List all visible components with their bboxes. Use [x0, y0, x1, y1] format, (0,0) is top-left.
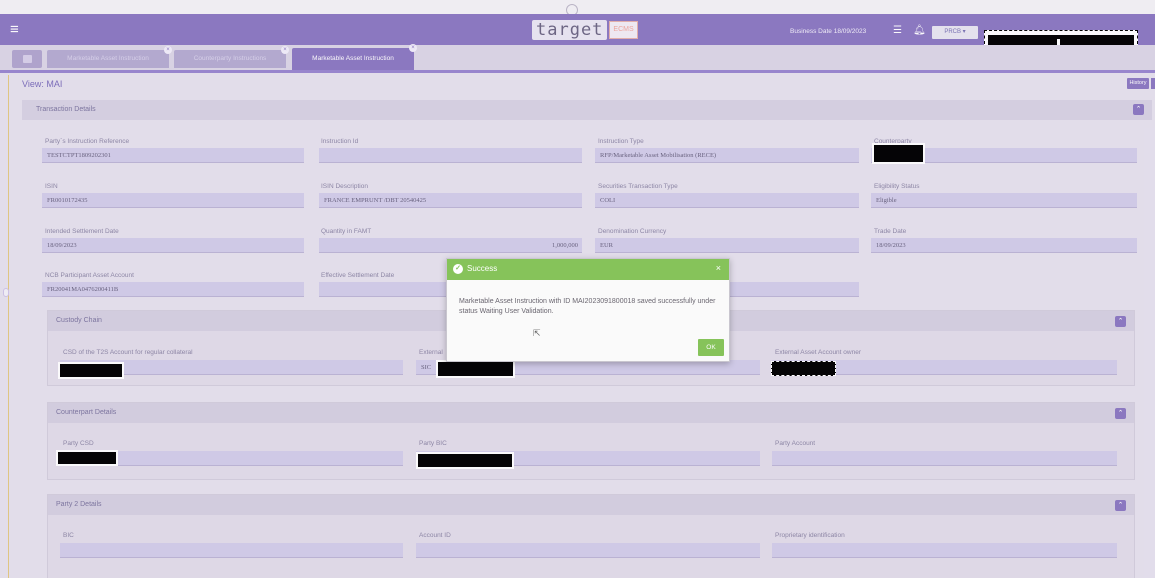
- tab-label: Marketable Asset Instruction: [312, 55, 394, 62]
- page-title: View: MAI: [22, 79, 63, 89]
- dialog-header: ✓ Success ×: [447, 259, 729, 280]
- check-circle-icon: ✓: [453, 264, 463, 274]
- bic-label: BIC: [63, 532, 74, 539]
- collapse-icon[interactable]: ⌃: [1115, 316, 1126, 327]
- external-label: External: [419, 349, 443, 356]
- home-icon: [22, 55, 32, 63]
- business-date: Business Date 18/09/2023: [790, 28, 867, 35]
- party-ref-field[interactable]: TESTCTPT1809202301: [42, 148, 304, 163]
- ok-button[interactable]: OK: [698, 339, 724, 356]
- proprietary-id-label: Proprietary identification: [775, 532, 845, 539]
- instruction-type-field[interactable]: RFP/Marketable Asset Mobilisation (RECE): [595, 148, 859, 163]
- trade-date-label: Trade Date: [874, 228, 907, 235]
- hamburger-icon[interactable]: ≡: [10, 22, 19, 37]
- app-logo: target ECMS: [532, 20, 638, 40]
- isin-description-field[interactable]: FRANCE EMPRUNT /DBT 20540425: [319, 193, 582, 208]
- party-account-field[interactable]: [772, 451, 1117, 466]
- side-handle[interactable]: [3, 288, 9, 297]
- trade-date-field[interactable]: 18/09/2023: [871, 238, 1137, 253]
- section-title: Custody Chain: [56, 317, 102, 324]
- transaction-details-header[interactable]: Transaction Details ⌃: [22, 100, 1152, 120]
- bic-field[interactable]: [60, 543, 403, 558]
- instruction-type-label: Instruction Type: [598, 138, 644, 145]
- party-csd-label: Party CSD: [63, 440, 94, 447]
- party-ref-label: Party`s Instruction Reference: [45, 138, 130, 145]
- intended-settlement-date-label: Intended Settlement Date: [45, 228, 119, 235]
- left-edge-line: [8, 75, 9, 578]
- account-id-label: Account ID: [419, 532, 451, 539]
- quantity-label: Quantity in FAMT: [321, 228, 372, 235]
- tab-marketable-asset-instruction-active[interactable]: Marketable Asset Instruction ×: [292, 44, 417, 70]
- bell-icon[interactable]: 🔔︎: [913, 25, 926, 36]
- section-title: Party 2 Details: [56, 501, 102, 508]
- ncb-account-label: NCB Participant Asset Account: [45, 272, 134, 279]
- isin-field[interactable]: FR0010172435: [42, 193, 304, 208]
- external-owner-label: External Asset Account owner: [775, 349, 861, 356]
- party2-details-header[interactable]: Party 2 Details ⌃: [48, 495, 1134, 515]
- logo-text: target: [532, 20, 608, 40]
- dialog-title: Success: [467, 264, 498, 273]
- isin-label: ISIN: [45, 183, 58, 190]
- tab-label: Counterparty Instructions: [193, 55, 267, 62]
- counterpart-details-header[interactable]: Counterpart Details ⌃: [48, 403, 1134, 423]
- redacted-owner: [771, 361, 836, 376]
- mouse-cursor-icon: ⇱: [533, 328, 541, 338]
- redacted-external: [436, 360, 515, 378]
- intended-settlement-date-field[interactable]: 18/09/2023: [42, 238, 304, 253]
- denomination-currency-label: Denomination Currency: [598, 228, 667, 235]
- securities-transaction-type-field[interactable]: COLI: [595, 193, 859, 208]
- dialog-message: Marketable Asset Instruction with ID MAI…: [459, 298, 716, 315]
- csd-label: CSD of the T2S Account for regular colla…: [63, 349, 193, 356]
- list-icon[interactable]: ☰: [893, 25, 902, 36]
- tab-bar: Marketable Asset Instruction × Counterpar…: [0, 44, 1155, 73]
- close-icon[interactable]: ×: [716, 263, 721, 273]
- securities-transaction-type-label: Securities Transaction Type: [598, 183, 678, 190]
- tab-marketable-asset-instruction-1[interactable]: Marketable Asset Instruction ×: [47, 46, 172, 68]
- success-dialog: ✓ Success × Marketable Asset Instruction…: [446, 258, 730, 362]
- collapse-icon[interactable]: ⌃: [1115, 500, 1126, 511]
- instruction-id-field[interactable]: [319, 148, 582, 163]
- party2-details-section: Party 2 Details ⌃: [47, 494, 1135, 578]
- section-title: Counterpart Details: [56, 409, 117, 416]
- redacted-party-bic: [416, 452, 514, 469]
- browser-top-strip: [0, 0, 1155, 16]
- close-tab-icon[interactable]: ×: [164, 46, 172, 54]
- logo-badge: ECMS: [609, 21, 638, 39]
- eligibility-status-field[interactable]: Eligible: [871, 193, 1137, 208]
- denomination-currency-field[interactable]: EUR: [595, 238, 859, 253]
- redacted-counterparty: [872, 143, 925, 164]
- collapse-icon[interactable]: ⌃: [1115, 408, 1126, 419]
- section-title: Transaction Details: [36, 106, 96, 113]
- party-bic-label: Party BIC: [419, 440, 447, 447]
- app-header: ≡ target ECMS Business Date 18/09/2023 ☰…: [0, 14, 1155, 55]
- isin-description-label: ISIN Description: [321, 183, 368, 190]
- counterpart-details-section: Counterpart Details ⌃: [47, 402, 1135, 480]
- eligibility-status-label: Eligibility Status: [874, 183, 920, 190]
- home-tab[interactable]: [12, 50, 42, 68]
- tab-label: Marketable Asset Instruction: [67, 55, 149, 62]
- tab-counterparty-instructions[interactable]: Counterparty Instructions ×: [174, 46, 289, 68]
- party-account-label: Party Account: [775, 440, 816, 447]
- redacted-party-csd: [56, 450, 118, 466]
- more-button[interactable]: [1151, 78, 1155, 89]
- user-menu-button[interactable]: PRCB ▾: [932, 26, 978, 39]
- ncb-account-field[interactable]: FR20041MA0476200411B: [42, 282, 304, 297]
- instruction-id-label: Instruction Id: [321, 138, 359, 145]
- effective-settlement-date-label: Effective Settlement Date: [321, 272, 395, 279]
- redacted-csd: [58, 362, 124, 379]
- quantity-field[interactable]: 1,000,000: [319, 238, 582, 253]
- proprietary-id-field[interactable]: [772, 543, 1117, 558]
- collapse-icon[interactable]: ⌃: [1133, 104, 1144, 115]
- close-tab-icon[interactable]: ×: [281, 46, 289, 54]
- account-id-field[interactable]: [416, 543, 760, 558]
- history-button[interactable]: History: [1127, 78, 1149, 89]
- close-tab-icon[interactable]: ×: [409, 44, 417, 52]
